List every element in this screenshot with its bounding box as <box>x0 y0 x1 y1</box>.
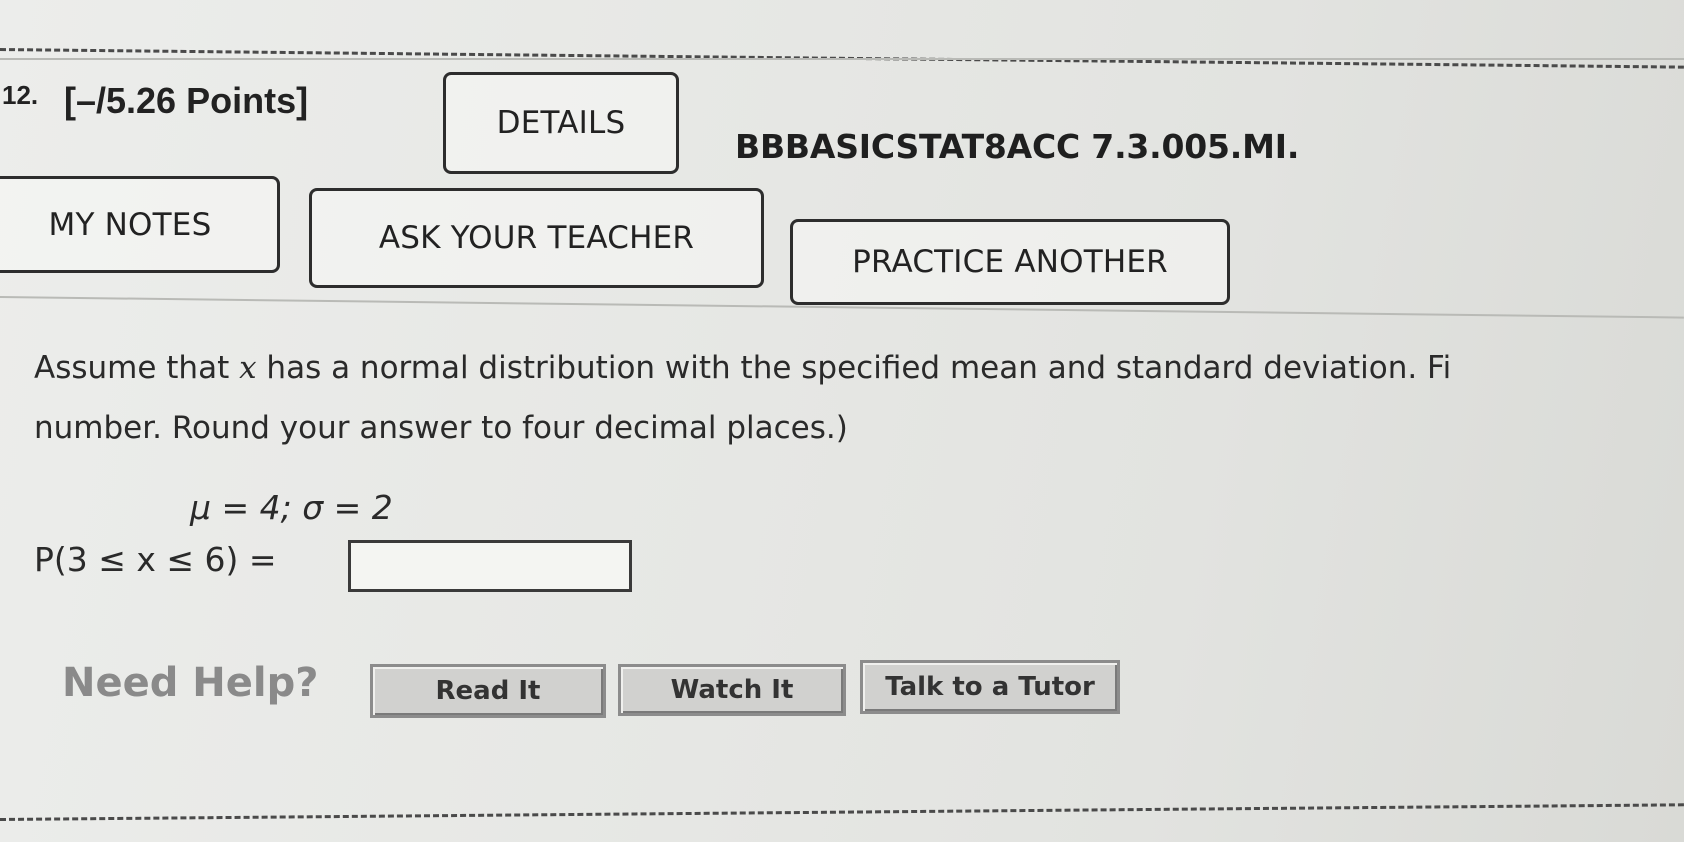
practice-another-button[interactable]: PRACTICE ANOTHER <box>790 219 1230 305</box>
header-rule <box>0 58 1684 60</box>
points-label: [–/5.26 Points] <box>64 80 309 121</box>
prompt-text-rest: has a normal distribution with the speci… <box>256 350 1452 386</box>
read-it-button[interactable]: Read It <box>370 664 606 718</box>
ask-your-teacher-button[interactable]: ASK YOUR TEACHER <box>309 188 764 288</box>
need-help-heading: Need Help? <box>62 660 319 706</box>
question-prompt-line-2: number. Round your answer to four decima… <box>34 410 848 446</box>
probability-expression: P(3 ≤ x ≤ 6) = <box>34 540 277 579</box>
prompt-text-start: Assume that <box>34 350 240 386</box>
problem-code: BBBASICSTAT8ACC 7.3.005.MI. <box>735 127 1300 166</box>
question-prompt-line-1: Assume that x has a normal distribution … <box>34 350 1451 386</box>
prompt-variable-x: x <box>239 350 257 386</box>
details-button[interactable]: DETAILS <box>443 72 679 174</box>
question-page: 12. [–/5.26 Points] DETAILS BBBASICSTAT8… <box>0 0 1684 842</box>
question-number: 12. <box>2 80 39 110</box>
answer-input[interactable] <box>348 540 632 592</box>
watch-it-button[interactable]: Watch It <box>618 664 846 716</box>
distribution-parameters: μ = 4; σ = 2 <box>190 488 393 527</box>
bottom-dashed-divider <box>0 803 1684 821</box>
my-notes-button[interactable]: MY NOTES <box>0 176 280 273</box>
talk-to-a-tutor-button[interactable]: Talk to a Tutor <box>860 660 1120 714</box>
